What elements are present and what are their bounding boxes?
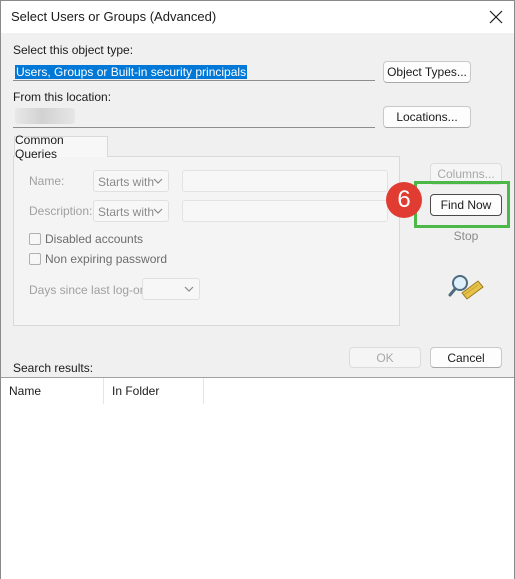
window-title: Select Users or Groups (Advanced) bbox=[11, 9, 217, 24]
column-header-in-folder[interactable]: In Folder bbox=[104, 378, 204, 404]
chevron-down-icon bbox=[153, 208, 163, 214]
chevron-down-icon bbox=[184, 286, 194, 292]
location-redacted bbox=[15, 108, 75, 124]
column-header-name[interactable]: Name bbox=[1, 378, 104, 404]
description-input[interactable] bbox=[182, 200, 388, 222]
days-since-logon-label: Days since last log-on: bbox=[29, 283, 150, 297]
stop-button[interactable]: Stop bbox=[430, 226, 502, 246]
locations-button[interactable]: Locations... bbox=[383, 106, 471, 128]
description-mode-combo[interactable]: Starts with bbox=[93, 200, 169, 222]
tab-common-queries[interactable]: Common Queries bbox=[14, 133, 108, 161]
object-type-label: Select this object type: bbox=[13, 43, 134, 57]
disabled-accounts-label: Disabled accounts bbox=[45, 232, 144, 246]
name-mode-value: Starts with bbox=[98, 175, 155, 189]
search-flashlight-icon bbox=[448, 275, 484, 300]
days-since-logon-combo[interactable] bbox=[142, 278, 200, 300]
description-label: Description: bbox=[29, 204, 93, 218]
ok-button[interactable]: OK bbox=[349, 347, 421, 368]
name-mode-combo[interactable]: Starts with bbox=[93, 170, 169, 192]
object-types-button[interactable]: Object Types... bbox=[383, 61, 471, 83]
non-expiring-password-checkbox[interactable] bbox=[29, 253, 41, 265]
close-icon bbox=[489, 10, 503, 24]
non-expiring-password-label: Non expiring password bbox=[45, 252, 168, 266]
chevron-down-icon bbox=[153, 178, 163, 184]
title-bar: Select Users or Groups (Advanced) bbox=[1, 1, 514, 33]
search-results-label: Search results: bbox=[13, 361, 94, 375]
search-results-list[interactable]: Name In Folder bbox=[1, 377, 514, 579]
object-type-value: Users, Groups or Built-in security princ… bbox=[15, 65, 248, 79]
dialog-window: Select Users or Groups (Advanced) Select… bbox=[0, 0, 515, 579]
name-input[interactable] bbox=[182, 170, 388, 192]
object-type-field[interactable]: Users, Groups or Built-in security princ… bbox=[13, 61, 375, 81]
common-queries-panel: Name: Starts with Description: Starts wi… bbox=[13, 156, 400, 326]
name-label: Name: bbox=[29, 174, 65, 188]
location-label: From this location: bbox=[13, 90, 112, 104]
disabled-accounts-checkbox[interactable] bbox=[29, 233, 41, 245]
step-badge: 6 bbox=[386, 182, 422, 218]
cancel-button[interactable]: Cancel bbox=[430, 347, 502, 368]
find-now-button[interactable]: Find Now bbox=[430, 194, 502, 216]
close-button[interactable] bbox=[484, 5, 508, 29]
description-mode-value: Starts with bbox=[98, 205, 155, 219]
